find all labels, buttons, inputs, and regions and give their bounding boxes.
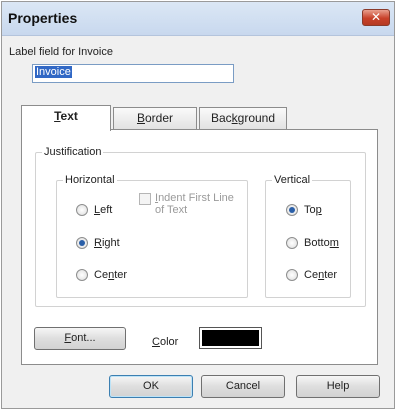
tab-border[interactable]: Border: [113, 107, 197, 129]
radio-vertical-center-button[interactable]: [286, 269, 298, 281]
radio-top-button[interactable]: [286, 204, 298, 216]
radio-right-label: Right: [94, 237, 120, 249]
color-swatch[interactable]: [199, 327, 262, 349]
dialog-title: Properties: [8, 10, 78, 26]
close-icon: ✕: [370, 10, 382, 24]
radio-left-label: Left: [94, 204, 113, 216]
font-button[interactable]: Font...: [34, 327, 126, 350]
radio-left[interactable]: Left: [76, 204, 112, 216]
radio-bottom[interactable]: Bottom: [286, 237, 339, 249]
color-label: Color: [152, 336, 179, 348]
color-swatch-fill: [202, 330, 259, 346]
indent-first-line-checkbox[interactable]: [139, 193, 151, 205]
radio-right-button[interactable]: [76, 237, 88, 249]
radio-horizontal-center-button[interactable]: [76, 269, 88, 281]
vertical-legend: Vertical: [274, 174, 311, 186]
radio-right[interactable]: Right: [76, 237, 120, 249]
label-field-caption: Label field for Invoice: [9, 46, 113, 58]
radio-horizontal-center-label: Center: [94, 269, 128, 281]
properties-dialog: Properties ✕ Label field for Invoice Inv…: [1, 1, 395, 409]
tab-text[interactable]: Text: [21, 105, 111, 131]
close-button[interactable]: ✕: [362, 9, 390, 26]
label-text-value: Invoice: [35, 66, 72, 78]
radio-top[interactable]: Top: [286, 204, 322, 216]
justification-legend: Justification: [44, 146, 102, 158]
radio-horizontal-center[interactable]: Center: [76, 269, 127, 281]
radio-vertical-center-label: Center: [304, 269, 338, 281]
horizontal-legend: Horizontal: [65, 174, 115, 186]
title-bar: Properties ✕: [2, 2, 394, 36]
indent-first-line-label: Indent First Line of Text: [155, 192, 234, 216]
radio-bottom-label: Bottom: [304, 237, 339, 249]
radio-bottom-button[interactable]: [286, 237, 298, 249]
radio-left-button[interactable]: [76, 204, 88, 216]
label-text-input[interactable]: Invoice: [32, 64, 234, 83]
tab-background[interactable]: Background: [199, 107, 287, 129]
radio-vertical-center[interactable]: Center: [286, 269, 337, 281]
ok-button[interactable]: OK: [109, 375, 193, 398]
help-button[interactable]: Help: [296, 375, 380, 398]
cancel-button[interactable]: Cancel: [201, 375, 285, 398]
radio-top-label: Top: [304, 204, 322, 216]
